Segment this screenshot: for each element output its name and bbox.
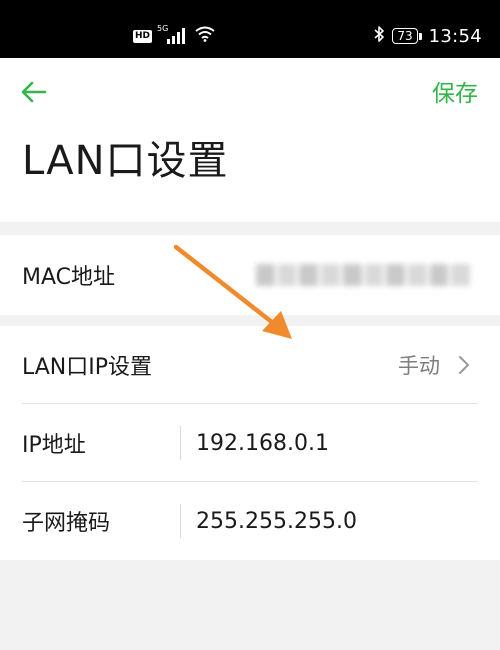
lan-ip-setting-label: LAN口IP设置 <box>22 355 153 380</box>
ip-address-input[interactable] <box>196 430 466 456</box>
battery-level: 73 <box>397 29 413 43</box>
battery-icon: 73 <box>392 28 422 44</box>
chevron-right-icon <box>459 356 469 374</box>
back-button[interactable] <box>18 76 50 108</box>
network-type-label: 5G <box>157 24 169 33</box>
lan-ip-setting-row[interactable]: LAN口IP设置 手动 <box>0 326 500 404</box>
field-separator <box>180 426 181 460</box>
wifi-icon <box>195 26 215 46</box>
status-left-icons: HD 5G <box>133 24 215 47</box>
save-button[interactable]: 保存 <box>432 74 478 108</box>
clock: 13:54 <box>428 25 482 47</box>
status-right-icons: 73 13:54 <box>373 25 482 47</box>
subnet-mask-row: 子网掩码 <box>0 482 500 560</box>
signal-5g-icon: 5G <box>157 24 189 44</box>
subnet-mask-input[interactable] <box>196 508 466 534</box>
mac-address-label: MAC地址 <box>22 265 116 290</box>
ip-address-label: IP地址 <box>22 433 86 458</box>
mac-address-row: MAC地址 <box>0 235 500 315</box>
page-title: LAN口设置 <box>22 138 229 184</box>
lan-ip-mode-value: 手动 <box>398 354 440 378</box>
mac-address-value-redacted <box>256 264 471 286</box>
ip-address-row: IP地址 <box>0 404 500 482</box>
status-bar: HD 5G 73 13:54 <box>0 0 500 58</box>
bluetooth-icon <box>373 25 385 47</box>
field-separator <box>180 504 181 538</box>
hd-icon: HD <box>133 29 153 43</box>
subnet-mask-label: 子网掩码 <box>22 511 111 536</box>
header: 保存 LAN口设置 <box>0 58 500 222</box>
back-arrow-icon <box>21 81 47 103</box>
